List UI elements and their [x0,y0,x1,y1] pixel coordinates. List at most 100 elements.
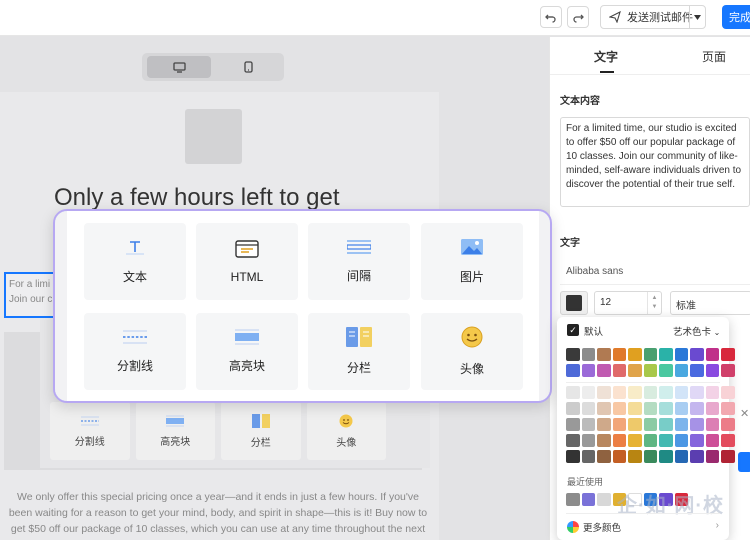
color-swatch[interactable] [643,386,657,399]
send-dropdown-toggle[interactable] [689,6,705,28]
email-body-paragraph[interactable]: We only offer this special pricing once … [4,489,432,540]
color-swatch[interactable] [581,450,595,463]
color-swatch[interactable] [628,434,642,447]
ghost-block-divider[interactable]: 分割线 [50,402,130,460]
chevron-down-icon[interactable]: ▼ [652,303,658,312]
color-swatch[interactable] [659,348,673,361]
color-swatch[interactable] [705,348,719,361]
logo-placeholder[interactable] [185,109,242,164]
line-height-select[interactable]: 标准 [670,291,750,315]
color-swatch[interactable] [628,418,642,431]
color-swatch[interactable] [643,348,657,361]
color-swatch[interactable] [597,493,611,506]
color-swatch[interactable] [705,402,719,415]
color-swatch[interactable] [597,386,611,399]
email-headline[interactable]: Only a few hours left to get [54,184,339,212]
color-swatch[interactable] [566,434,580,447]
color-swatch[interactable] [628,364,642,377]
color-swatch[interactable] [721,402,735,415]
ghost-block-columns[interactable]: 分栏 [221,402,301,460]
block-spacer[interactable]: 间隔 [308,223,410,300]
color-swatch[interactable] [659,402,673,415]
color-swatch[interactable] [643,418,657,431]
color-swatch[interactable] [581,402,595,415]
color-swatch[interactable] [597,418,611,431]
color-swatch[interactable] [643,402,657,415]
color-swatch[interactable] [674,418,688,431]
block-html[interactable]: HTML [196,223,298,300]
color-swatch[interactable] [721,364,735,377]
color-swatch[interactable] [612,386,626,399]
color-swatch[interactable] [659,386,673,399]
color-swatch[interactable] [566,348,580,361]
color-swatch[interactable] [674,450,688,463]
color-swatch[interactable] [690,434,704,447]
color-swatch[interactable] [690,418,704,431]
ghost-block-highlight[interactable]: 高亮块 [135,402,215,460]
content-textarea[interactable]: For a limited time, our studio is excite… [560,117,750,207]
block-image[interactable]: 图片 [421,223,523,300]
more-colors-button[interactable]: 更多颜色 [567,520,621,534]
block-highlight[interactable]: 高亮块 [196,313,298,390]
color-swatch[interactable] [705,364,719,377]
color-swatch[interactable] [705,434,719,447]
default-color-checkbox[interactable]: ✓ [567,324,579,336]
color-swatch[interactable] [659,364,673,377]
desktop-view-button[interactable] [147,56,211,78]
tab-text[interactable]: 文字 [594,48,618,65]
color-swatch[interactable] [690,450,704,463]
color-swatch[interactable] [690,402,704,415]
color-swatch[interactable] [566,450,580,463]
color-swatch[interactable] [612,434,626,447]
block-text[interactable]: 文本 [84,223,186,300]
font-family-select[interactable]: Alibaba sans [560,261,750,285]
color-swatch[interactable] [659,418,673,431]
color-swatch[interactable] [690,386,704,399]
block-columns[interactable]: 分栏 [308,313,410,390]
font-size-stepper[interactable]: ▲ ▼ [647,292,661,314]
color-swatch[interactable] [581,364,595,377]
color-swatch[interactable] [581,434,595,447]
color-swatch[interactable] [705,386,719,399]
color-swatch[interactable] [721,434,735,447]
block-divider[interactable]: 分割线 [84,313,186,390]
mobile-view-button[interactable] [216,56,280,78]
block-avatar[interactable]: 头像 [421,313,523,390]
color-swatch[interactable] [566,402,580,415]
color-swatch[interactable] [674,348,688,361]
color-swatch[interactable] [612,450,626,463]
color-swatch[interactable] [581,418,595,431]
color-swatch[interactable] [628,386,642,399]
color-swatch[interactable] [643,434,657,447]
color-swatch[interactable] [566,386,580,399]
color-swatch[interactable] [581,348,595,361]
color-swatch[interactable] [721,418,735,431]
send-test-email-button[interactable]: 发送测试邮件 [600,5,706,29]
color-swatch[interactable] [581,386,595,399]
color-swatch[interactable] [721,348,735,361]
color-swatch[interactable] [612,418,626,431]
panel-action-button[interactable] [738,452,750,472]
color-swatch[interactable] [705,418,719,431]
color-swatch[interactable] [628,348,642,361]
close-icon[interactable]: ✕ [740,407,750,420]
color-swatch[interactable] [597,348,611,361]
color-swatch[interactable] [612,348,626,361]
undo-button[interactable] [540,6,562,28]
color-swatch[interactable] [643,364,657,377]
color-swatch[interactable] [690,364,704,377]
color-swatch[interactable] [674,434,688,447]
color-swatch[interactable] [566,364,580,377]
color-swatch[interactable] [581,493,595,506]
color-swatch[interactable] [659,434,673,447]
art-palette-select[interactable]: 艺术色卡 ⌄ [673,324,720,338]
selected-text-block[interactable]: For a limi Join our c [4,272,56,318]
color-swatch[interactable] [597,402,611,415]
color-swatch[interactable] [628,450,642,463]
color-swatch[interactable] [705,450,719,463]
color-swatch[interactable] [597,364,611,377]
color-swatch[interactable] [674,386,688,399]
color-swatch[interactable] [643,450,657,463]
color-swatch[interactable] [597,450,611,463]
color-swatch[interactable] [674,402,688,415]
